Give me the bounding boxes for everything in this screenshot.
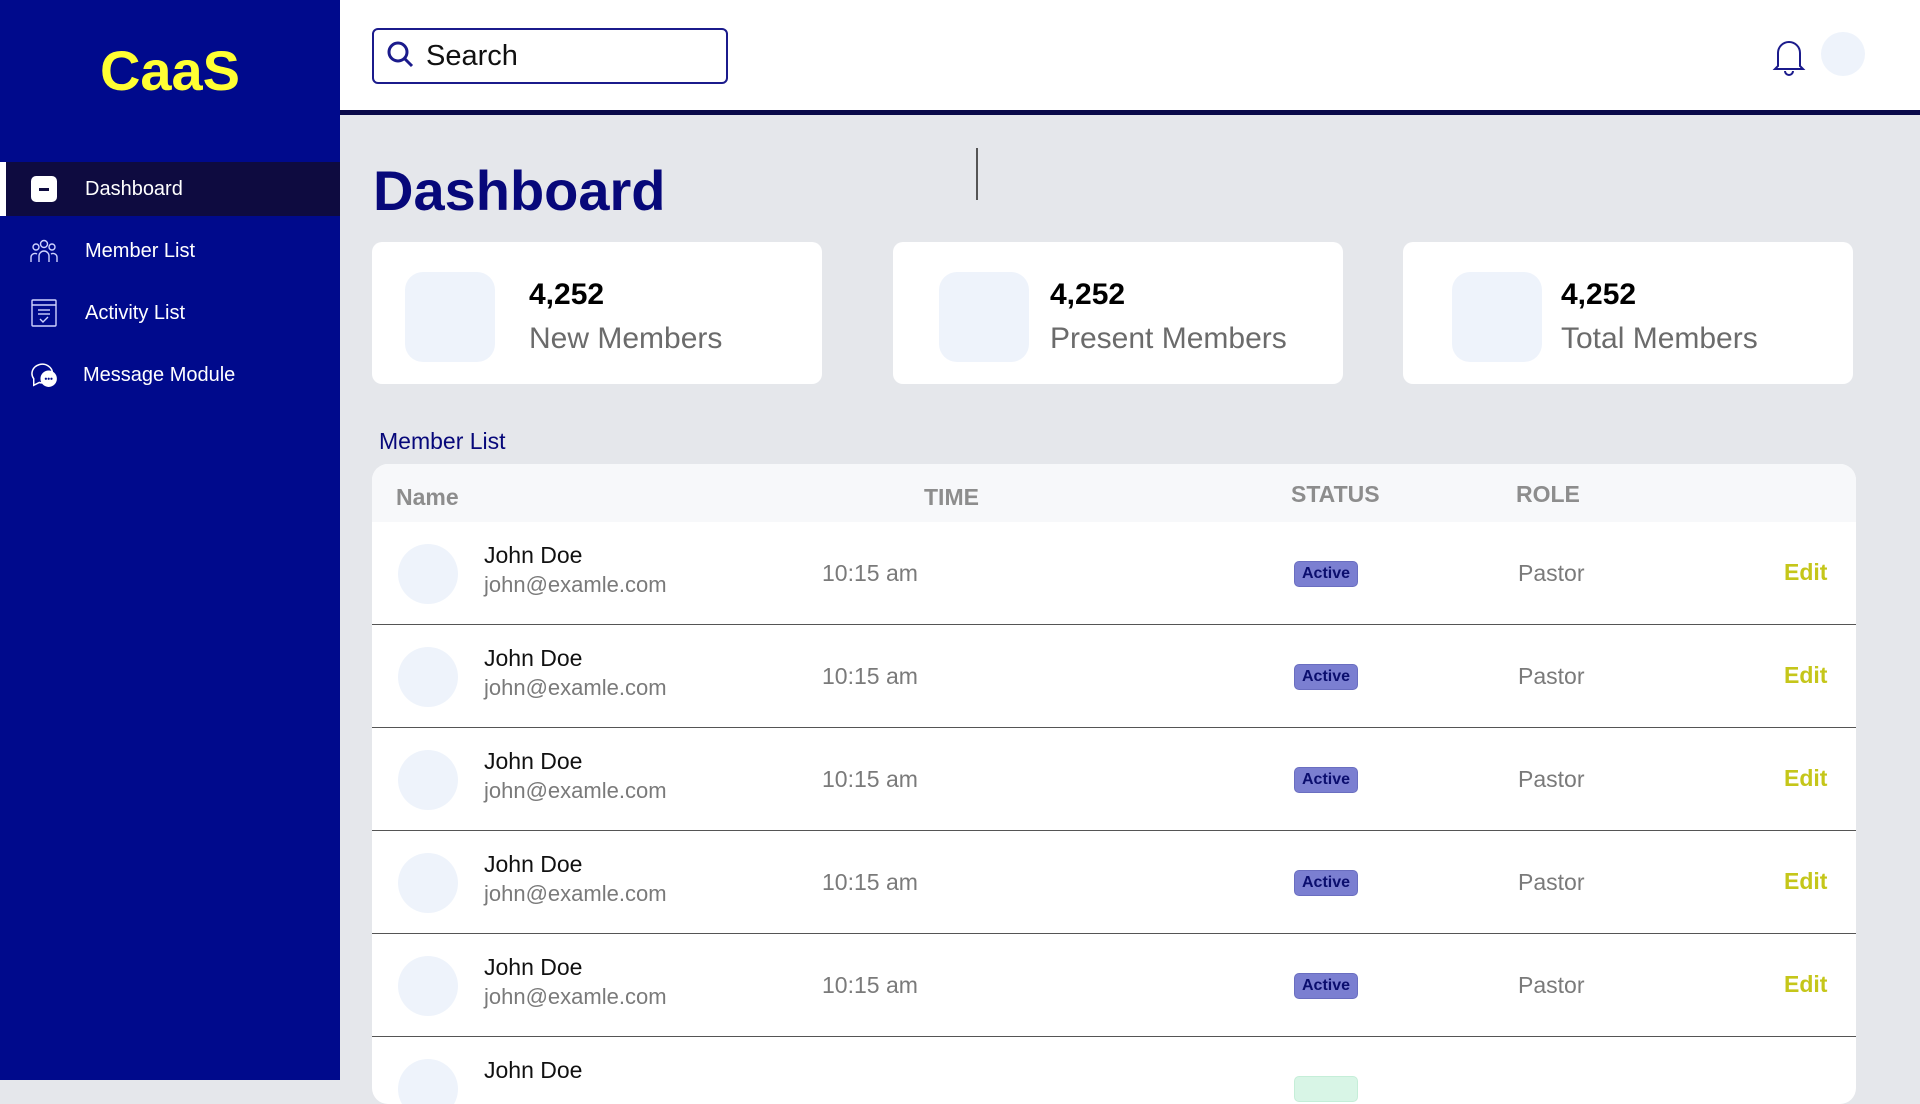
stat-label: New Members (529, 322, 723, 355)
sidebar-nav: Dashboard Member List Activity List Mess… (0, 162, 340, 410)
search-input[interactable] (424, 38, 718, 74)
table-row[interactable]: John Doe Active (372, 1037, 1856, 1104)
avatar (398, 1059, 458, 1104)
member-name: John Doe (484, 645, 583, 671)
sidebar-item-message-module[interactable]: Message Module (0, 348, 340, 402)
table-row[interactable]: John Doe john@examle.com 10:15 am Active… (372, 831, 1856, 934)
member-time: 10:15 am (822, 560, 918, 586)
checklist-icon (30, 299, 58, 327)
member-role: Pastor (1518, 663, 1585, 689)
table-row[interactable]: John Doe john@examle.com 10:15 am Active… (372, 625, 1856, 728)
stat-card-new-members: 4,252 New Members (372, 242, 822, 384)
status-badge: Active (1294, 767, 1359, 793)
divider (976, 148, 978, 200)
member-email: john@examle.com (484, 881, 667, 906)
stat-icon (1452, 272, 1542, 362)
stat-label: Present Members (1050, 322, 1287, 355)
member-role: Pastor (1518, 869, 1585, 895)
sidebar-item-activity-list[interactable]: Activity List (0, 286, 340, 340)
stat-value: 4,252 (529, 278, 605, 311)
member-time: 10:15 am (822, 972, 918, 998)
avatar (398, 544, 458, 604)
users-icon (30, 237, 58, 265)
member-time: 10:15 am (822, 869, 918, 895)
member-name: John Doe (484, 851, 583, 877)
dashboard-icon (30, 175, 58, 203)
edit-button[interactable]: Edit (1784, 765, 1827, 792)
status-badge: Active (1294, 870, 1359, 896)
table-row[interactable]: John Doe john@examle.com 10:15 am Active… (372, 728, 1856, 831)
avatar (398, 750, 458, 810)
search-box[interactable] (372, 28, 728, 84)
bell-icon[interactable] (1770, 36, 1808, 81)
member-email: john@examle.com (484, 572, 667, 597)
avatar (398, 853, 458, 913)
member-role: Pastor (1518, 766, 1585, 792)
sidebar-item-label: Member List (85, 239, 196, 262)
edit-button[interactable]: Edit (1784, 662, 1827, 689)
member-time: 10:15 am (822, 663, 918, 689)
avatar (398, 647, 458, 707)
page-title: Dashboard (373, 159, 666, 222)
member-list-heading: Member List (379, 428, 506, 454)
chat-icon (30, 361, 58, 389)
top-header (340, 0, 1920, 115)
member-name: John Doe (484, 748, 583, 774)
status-badge: Active (1294, 561, 1359, 587)
status-badge: Active (1294, 664, 1359, 690)
edit-button[interactable]: Edit (1784, 868, 1827, 895)
app-logo: CaaS (99, 39, 241, 102)
sidebar-item-label: Message Module (83, 363, 236, 386)
stat-icon (939, 272, 1029, 362)
avatar (398, 956, 458, 1016)
member-name: John Doe (484, 954, 583, 980)
column-header-time: TIME (924, 484, 979, 510)
status-badge: Active (1294, 973, 1359, 999)
member-time: 10:15 am (822, 766, 918, 792)
table-header: Name TIME STATUS ROLE (372, 464, 1856, 522)
member-name: John Doe (484, 542, 583, 568)
sidebar-item-label: Activity List (85, 301, 186, 324)
member-email: john@examle.com (484, 778, 667, 803)
stat-label: Total Members (1561, 322, 1758, 355)
sidebar-item-member-list[interactable]: Member List (0, 224, 340, 278)
sidebar-item-dashboard[interactable]: Dashboard (0, 162, 340, 216)
stat-icon (405, 272, 495, 362)
column-header-name: Name (396, 484, 459, 510)
stat-value: 4,252 (1050, 278, 1126, 311)
user-avatar[interactable] (1821, 32, 1865, 76)
member-role: Pastor (1518, 560, 1585, 586)
stat-card-total-members: 4,252 Total Members (1403, 242, 1853, 384)
table-row[interactable]: John Doe john@examle.com 10:15 am Active… (372, 934, 1856, 1037)
search-icon (374, 40, 414, 73)
stat-card-present-members: 4,252 Present Members (893, 242, 1343, 384)
column-header-status: STATUS (1291, 481, 1380, 507)
table-row[interactable]: John Doe john@examle.com 10:15 am Active… (372, 522, 1856, 625)
edit-button[interactable]: Edit (1784, 971, 1827, 998)
member-table: Name TIME STATUS ROLE John Doe john@exam… (372, 464, 1856, 1104)
member-email: john@examle.com (484, 675, 667, 700)
edit-button[interactable]: Edit (1784, 559, 1827, 586)
member-role: Pastor (1518, 972, 1585, 998)
stat-value: 4,252 (1561, 278, 1637, 311)
sidebar-item-label: Dashboard (85, 177, 183, 200)
column-header-role: ROLE (1516, 481, 1580, 507)
member-email: john@examle.com (484, 984, 667, 1009)
sidebar: CaaS Dashboard Member List Activity List… (0, 0, 340, 1080)
